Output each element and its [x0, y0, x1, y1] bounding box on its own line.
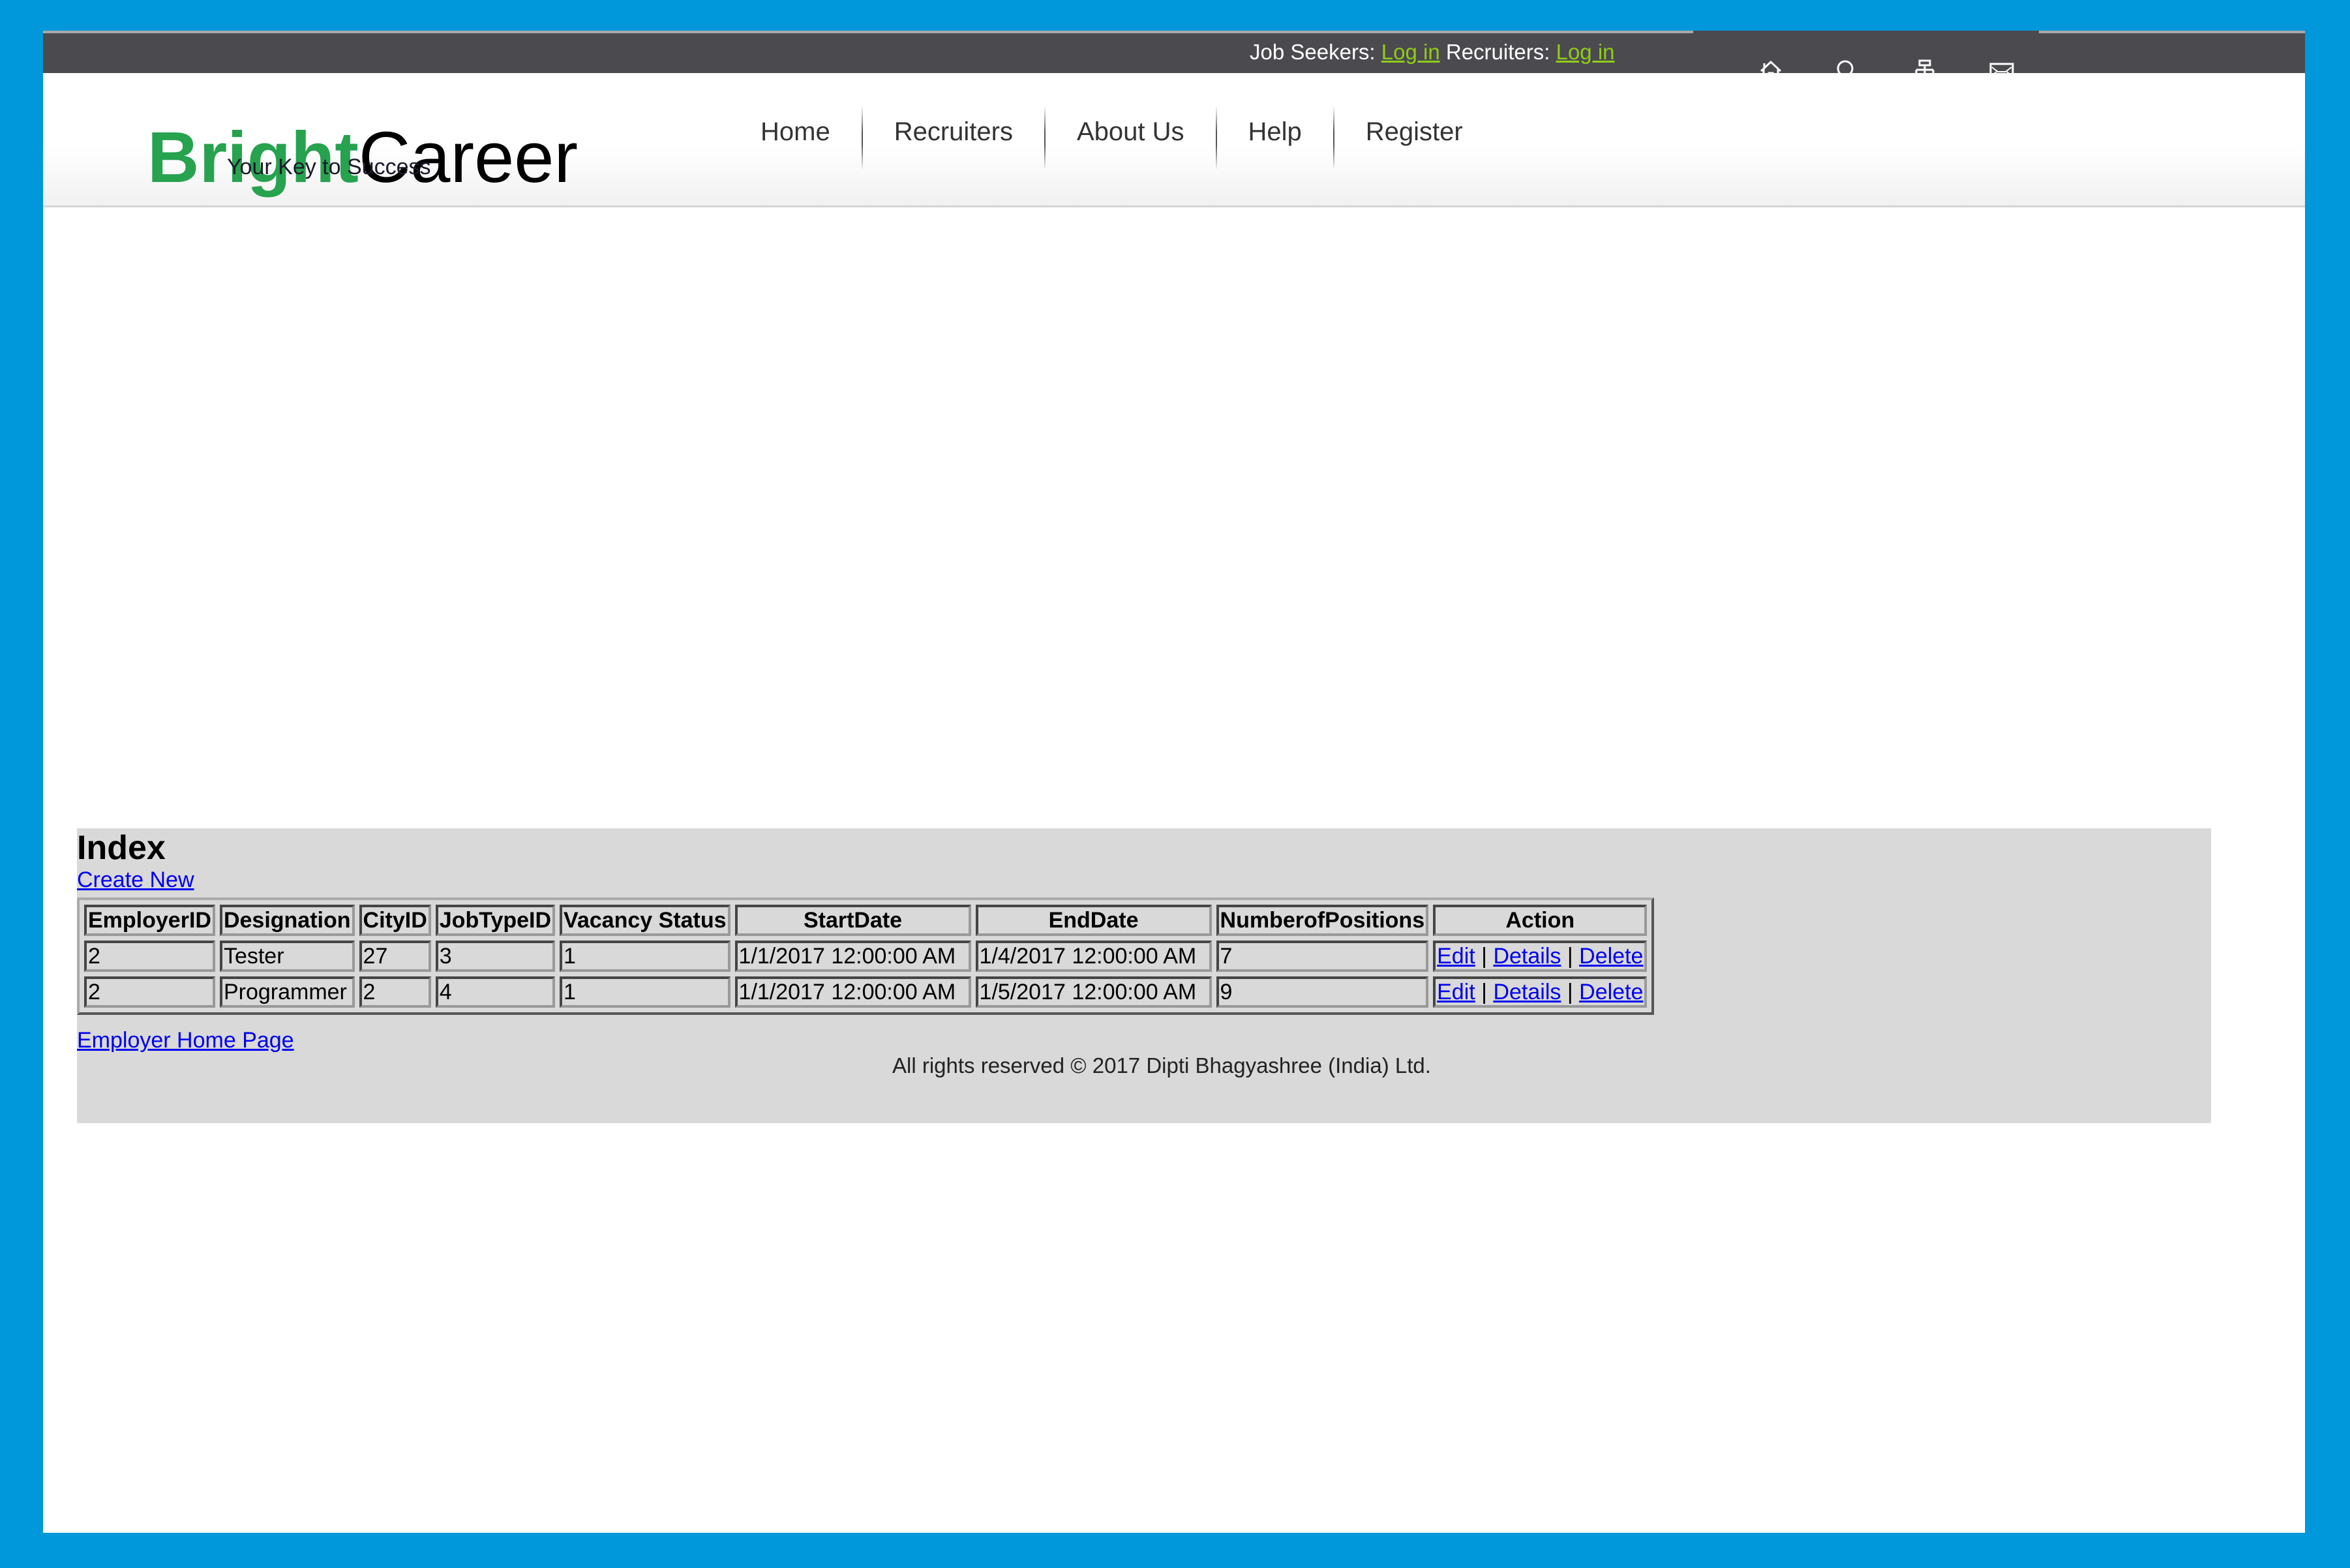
cell-startdate: 1/1/2017 12:00:00 AM — [734, 941, 971, 972]
cell-vacancy-status: 1 — [560, 976, 731, 1008]
main-nav: Home Recruiters About Us Help Register — [761, 99, 1494, 177]
action-separator: | — [1567, 979, 1573, 1004]
cell-actions: Edit | Details | Delete — [1433, 941, 1648, 972]
edit-link[interactable]: Edit — [1437, 944, 1475, 969]
cell-numberofpositions: 9 — [1216, 976, 1429, 1008]
action-separator: | — [1481, 979, 1487, 1004]
cell-cityid: 2 — [359, 976, 431, 1008]
action-separator: | — [1481, 943, 1487, 969]
delete-link[interactable]: Delete — [1579, 980, 1643, 1004]
delete-link[interactable]: Delete — [1579, 944, 1643, 969]
page-title: Index — [77, 829, 166, 867]
col-cityid: CityID — [359, 905, 431, 936]
col-jobtypeid: JobTypeID — [435, 905, 556, 936]
nav-register[interactable]: Register — [1334, 99, 1494, 177]
tagline: Your Key to Success — [227, 155, 431, 179]
col-enddate: EndDate — [975, 905, 1212, 936]
vacancy-table: EmployerID Designation CityID JobTypeID … — [77, 897, 1655, 1015]
cell-designation: Programmer — [219, 976, 355, 1008]
job-seekers-label: Job Seekers: — [1250, 40, 1376, 64]
col-vacancy-status: Vacancy Status — [560, 905, 731, 936]
cell-employerid: 2 — [84, 941, 215, 972]
col-action: Action — [1433, 905, 1648, 936]
cell-actions: Edit | Details | Delete — [1433, 976, 1648, 1008]
cell-enddate: 1/5/2017 12:00:00 AM — [975, 976, 1212, 1008]
col-employerid: EmployerID — [84, 905, 215, 936]
cell-enddate: 1/4/2017 12:00:00 AM — [975, 941, 1212, 972]
cell-jobtypeid: 4 — [435, 976, 556, 1008]
footer-copyright: All rights reserved © 2017 Dipti Bhagyas… — [892, 1053, 1431, 1078]
nav-recruiters[interactable]: Recruiters — [863, 99, 1044, 177]
cell-startdate: 1/1/2017 12:00:00 AM — [734, 976, 971, 1008]
job-seekers-login-link[interactable]: Log in — [1381, 40, 1440, 64]
recruiters-login-link[interactable]: Log in — [1556, 40, 1615, 64]
cell-employerid: 2 — [84, 976, 215, 1008]
create-new-link[interactable]: Create New — [77, 867, 194, 893]
cell-cityid: 27 — [359, 941, 431, 972]
table-row: 2 Tester 27 3 1 1/1/2017 12:00:00 AM 1/4… — [84, 941, 1648, 972]
col-startdate: StartDate — [734, 905, 971, 936]
table-row: 2 Programmer 2 4 1 1/1/2017 12:00:00 AM … — [84, 976, 1648, 1008]
col-designation: Designation — [219, 905, 355, 936]
recruiters-label: Recruiters: — [1445, 40, 1550, 64]
nav-home[interactable]: Home — [761, 99, 862, 177]
employer-home-link[interactable]: Employer Home Page — [77, 1028, 294, 1053]
nav-help[interactable]: Help — [1217, 99, 1333, 177]
cell-jobtypeid: 3 — [435, 941, 556, 972]
details-link[interactable]: Details — [1493, 944, 1561, 969]
edit-link[interactable]: Edit — [1437, 980, 1475, 1004]
cell-designation: Tester — [219, 941, 355, 972]
action-separator: | — [1567, 943, 1573, 969]
nav-about-us[interactable]: About Us — [1046, 99, 1216, 177]
site-header: BrightCareer Your Key to Success Home Re… — [43, 73, 2305, 207]
login-links: Job Seekers: Log in Recruiters: Log in — [1250, 40, 1615, 65]
page: Job Seekers: Log in Recruiters: Log in B… — [43, 31, 2305, 1533]
cell-numberofpositions: 7 — [1216, 941, 1429, 972]
table-header-row: EmployerID Designation CityID JobTypeID … — [84, 905, 1648, 936]
details-link[interactable]: Details — [1493, 980, 1561, 1004]
content-panel: Index Create New EmployerID Designation … — [77, 828, 2211, 1123]
cell-vacancy-status: 1 — [560, 941, 731, 972]
col-numberofpositions: NumberofPositions — [1216, 905, 1429, 936]
